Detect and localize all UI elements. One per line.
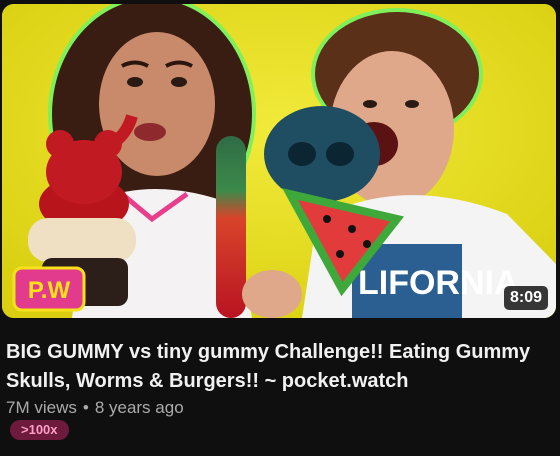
shirt-text: LIFORNIA: [358, 264, 519, 302]
upload-age: 8 years ago: [94, 398, 184, 417]
outlier-badge: >100x: [10, 420, 69, 440]
duration-badge: 8:09: [503, 286, 548, 310]
video-title[interactable]: BIG GUMMY vs tiny gummy Challenge!! Eati…: [6, 338, 546, 396]
video-thumbnail[interactable]: LIFORNIA P.W 8:09: [2, 4, 556, 318]
meta-separator: •: [82, 398, 89, 417]
video-card: LIFORNIA P.W 8:09 BIG GUMMY vs tiny gumm…: [0, 0, 560, 456]
pocket-watch-logo: P.W: [12, 266, 86, 312]
view-count: 7M views: [6, 398, 77, 417]
logo-text: P.W: [28, 277, 71, 304]
video-metadata: 7M views • 8 years ago: [6, 398, 184, 418]
